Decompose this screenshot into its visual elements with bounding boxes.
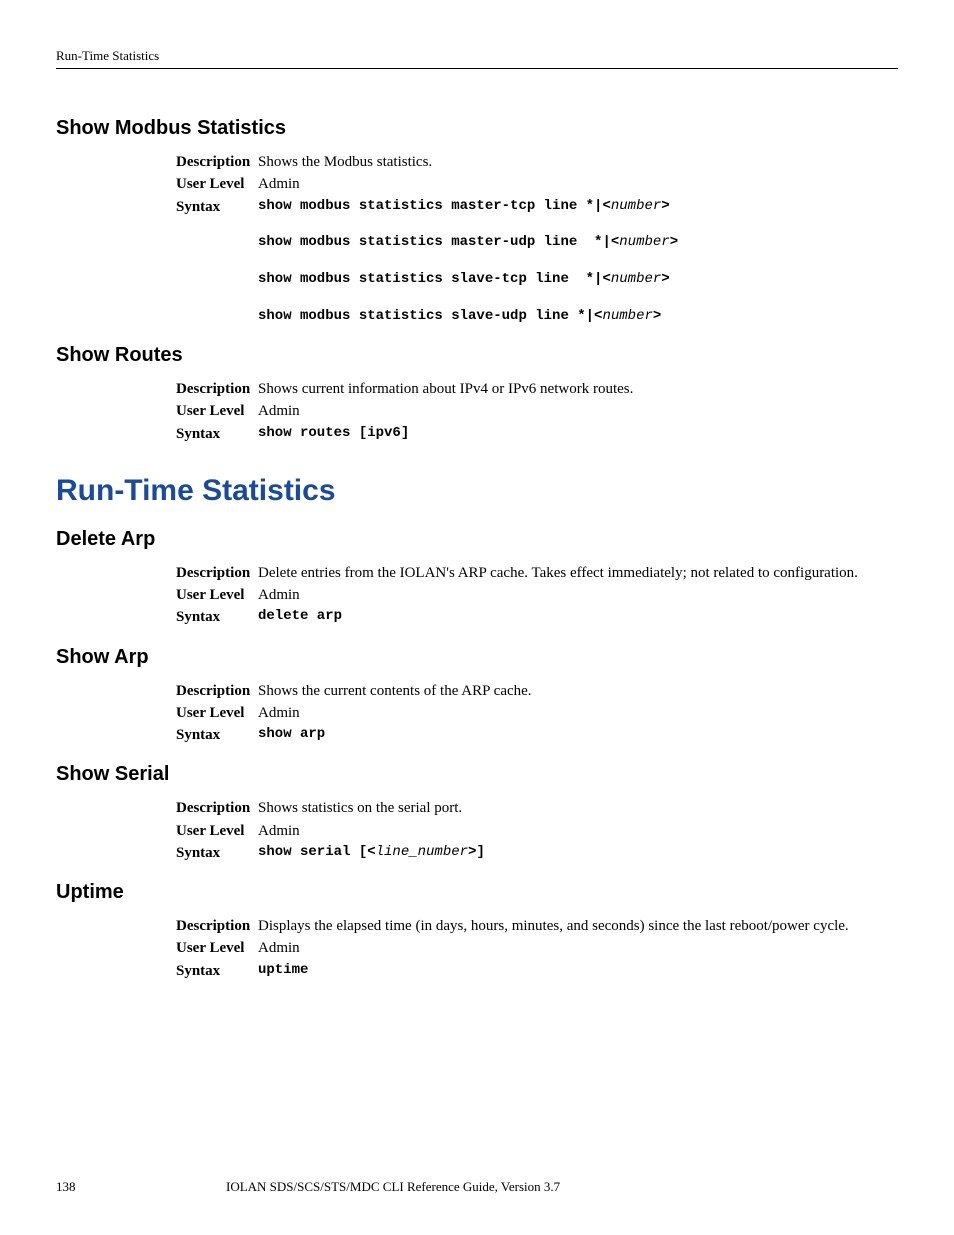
row-userlevel: User Level Admin <box>176 585 898 605</box>
row-syntax: Syntax delete arp <box>176 607 898 627</box>
label-userlevel: User Level <box>176 703 258 723</box>
value-description: Shows statistics on the serial port. <box>258 798 898 818</box>
label-description: Description <box>176 798 258 818</box>
value-userlevel: Admin <box>258 703 898 723</box>
value-syntax: uptime <box>258 961 898 981</box>
row-syntax: Syntax show routes [ipv6] <box>176 424 898 444</box>
page-header: Run-Time Statistics <box>56 48 898 69</box>
value-syntax: show arp <box>258 725 898 745</box>
breadcrumb: Run-Time Statistics <box>56 48 159 63</box>
row-syntax: Syntax show serial [<line_number>] <box>176 843 898 863</box>
row-description: Description Shows the Modbus statistics. <box>176 152 898 172</box>
row-syntax: Syntax show modbus statistics master-tcp… <box>176 197 898 327</box>
label-description: Description <box>176 152 258 172</box>
row-userlevel: User Level Admin <box>176 821 898 841</box>
label-syntax: Syntax <box>176 725 258 745</box>
label-description: Description <box>176 563 258 583</box>
row-description: Description Shows the current contents o… <box>176 681 898 701</box>
syntax-line: show modbus statistics slave-tcp line *|… <box>258 270 898 289</box>
page-footer: 138 IOLAN SDS/SCS/STS/MDC CLI Reference … <box>56 1179 898 1195</box>
value-userlevel: Admin <box>258 585 898 605</box>
label-description: Description <box>176 379 258 399</box>
value-description: Displays the elapsed time (in days, hour… <box>258 916 898 936</box>
row-description: Description Delete entries from the IOLA… <box>176 563 898 583</box>
label-syntax: Syntax <box>176 197 258 327</box>
footer-text: IOLAN SDS/SCS/STS/MDC CLI Reference Guid… <box>226 1179 898 1195</box>
row-userlevel: User Level Admin <box>176 938 898 958</box>
value-userlevel: Admin <box>258 401 898 421</box>
syntax-line: show modbus statistics master-udp line *… <box>258 233 898 252</box>
value-userlevel: Admin <box>258 938 898 958</box>
syntax-line: show modbus statistics master-tcp line *… <box>258 197 898 216</box>
label-description: Description <box>176 681 258 701</box>
row-userlevel: User Level Admin <box>176 174 898 194</box>
heading-delete-arp: Delete Arp <box>56 528 898 551</box>
row-syntax: Syntax uptime <box>176 961 898 981</box>
value-syntax: show serial [<line_number>] <box>258 843 898 863</box>
value-description: Shows the current contents of the ARP ca… <box>258 681 898 701</box>
heading-show-routes: Show Routes <box>56 344 898 367</box>
heading-runtime-statistics: Run-Time Statistics <box>56 474 898 508</box>
row-userlevel: User Level Admin <box>176 401 898 421</box>
heading-uptime: Uptime <box>56 881 898 904</box>
syntax-line: show modbus statistics slave-udp line *|… <box>258 307 898 326</box>
row-userlevel: User Level Admin <box>176 703 898 723</box>
label-syntax: Syntax <box>176 607 258 627</box>
label-syntax: Syntax <box>176 424 258 444</box>
value-syntax: delete arp <box>258 607 898 627</box>
value-description: Shows the Modbus statistics. <box>258 152 898 172</box>
label-userlevel: User Level <box>176 938 258 958</box>
label-userlevel: User Level <box>176 401 258 421</box>
label-syntax: Syntax <box>176 843 258 863</box>
value-userlevel: Admin <box>258 821 898 841</box>
page-number: 138 <box>56 1179 226 1195</box>
label-userlevel: User Level <box>176 174 258 194</box>
label-userlevel: User Level <box>176 821 258 841</box>
value-syntax: show routes [ipv6] <box>258 424 898 444</box>
value-description: Shows current information about IPv4 or … <box>258 379 898 399</box>
label-description: Description <box>176 916 258 936</box>
row-description: Description Shows current information ab… <box>176 379 898 399</box>
heading-show-modbus: Show Modbus Statistics <box>56 117 898 140</box>
label-syntax: Syntax <box>176 961 258 981</box>
heading-show-arp: Show Arp <box>56 646 898 669</box>
value-syntax: show modbus statistics master-tcp line *… <box>258 197 898 327</box>
value-userlevel: Admin <box>258 174 898 194</box>
row-description: Description Displays the elapsed time (i… <box>176 916 898 936</box>
row-syntax: Syntax show arp <box>176 725 898 745</box>
value-description: Delete entries from the IOLAN's ARP cach… <box>258 563 898 583</box>
label-userlevel: User Level <box>176 585 258 605</box>
row-description: Description Shows statistics on the seri… <box>176 798 898 818</box>
heading-show-serial: Show Serial <box>56 763 898 786</box>
